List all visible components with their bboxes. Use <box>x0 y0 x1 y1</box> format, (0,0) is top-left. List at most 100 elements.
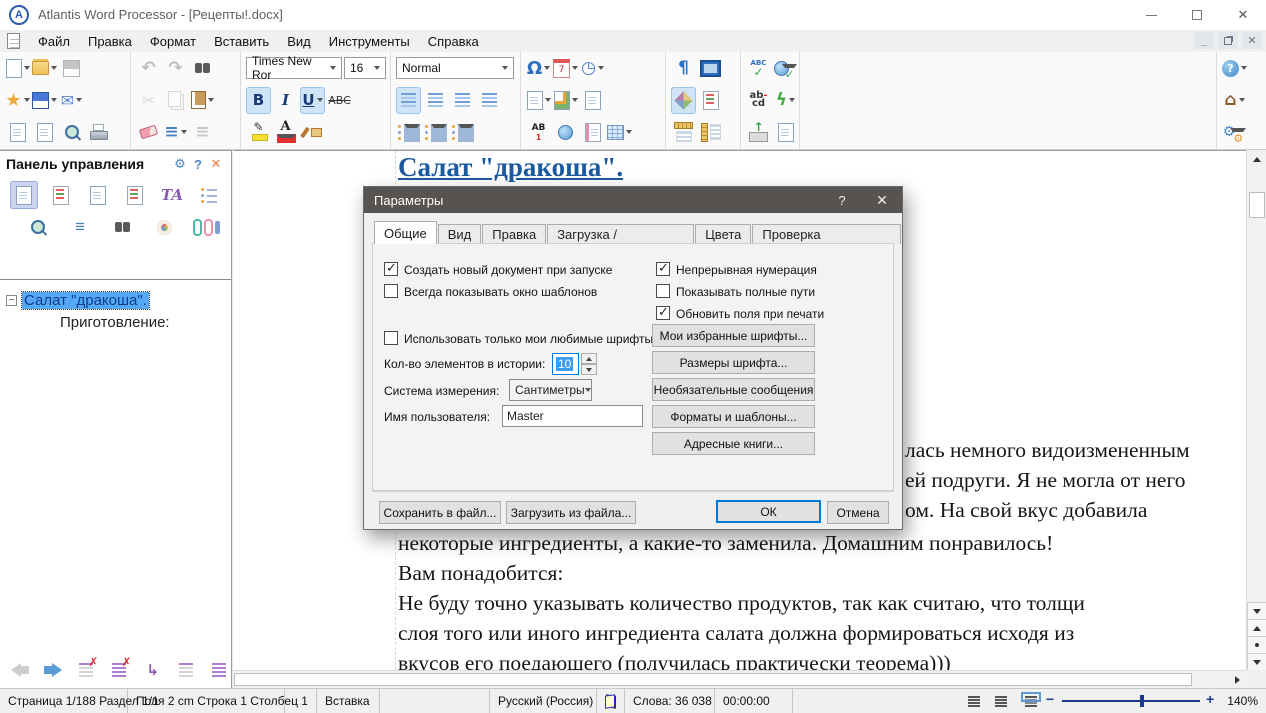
always-show-templates-checkbox[interactable] <box>384 284 398 298</box>
insert-date-button[interactable] <box>553 55 578 82</box>
document-tools-button[interactable] <box>32 119 57 146</box>
panel-help-icon[interactable]: ? <box>189 157 207 172</box>
reveal-codes-button[interactable] <box>698 87 723 114</box>
help-button[interactable] <box>1222 55 1247 82</box>
spinner-down-button[interactable] <box>581 364 597 375</box>
spinner-up-button[interactable] <box>581 353 597 364</box>
zoom-tool-button[interactable] <box>24 213 52 241</box>
clips-button[interactable] <box>192 213 220 241</box>
tab-colors[interactable]: Цвета <box>695 224 751 244</box>
tree-item-heading[interactable]: − Салат "дракоша". <box>0 289 231 311</box>
undo-button[interactable] <box>136 55 161 82</box>
formatting-marks-button[interactable]: ¶ <box>671 55 696 82</box>
align-right-button[interactable] <box>450 87 475 114</box>
load-from-file-button[interactable]: Загрузить из файла... <box>506 501 636 524</box>
zoom-slider-thumb[interactable] <box>1140 695 1144 707</box>
keyboard-shortcuts-button[interactable] <box>746 119 771 146</box>
hyphenation-button[interactable]: ab-cd <box>746 87 771 114</box>
favorite-fonts-only-checkbox[interactable] <box>384 331 398 345</box>
settings-button[interactable] <box>1222 119 1247 146</box>
underline-button[interactable]: U <box>300 87 325 114</box>
zoom-slider[interactable] <box>1062 700 1200 702</box>
status-insert-mode[interactable]: Вставка <box>317 689 380 713</box>
view-mode-page-button[interactable] <box>1020 692 1042 711</box>
paste-button[interactable] <box>190 87 215 114</box>
font-name-select[interactable]: Times New Ror <box>246 57 342 79</box>
horizontal-scrollbar-thumb[interactable] <box>234 673 1192 686</box>
cut-button[interactable] <box>136 87 161 114</box>
status-page-section[interactable]: Страница 1/188 Раздел 1/1 <box>0 689 128 713</box>
align-center-button[interactable] <box>423 87 448 114</box>
mdi-restore-button[interactable] <box>1218 32 1238 49</box>
collapse-icon[interactable]: − <box>6 295 17 306</box>
web-lookup-button[interactable] <box>773 55 798 82</box>
vertical-scrollbar-thumb[interactable] <box>1249 192 1265 218</box>
search-binoculars-button[interactable] <box>108 213 136 241</box>
numbered-outline-button[interactable] <box>195 181 223 209</box>
browse-object-button[interactable] <box>1247 636 1266 654</box>
eraser-button[interactable] <box>136 119 161 146</box>
status-timer[interactable]: 00:00:00 <box>715 689 793 713</box>
spellcheck-button[interactable]: ABC <box>746 55 771 82</box>
italic-button[interactable]: I <box>273 87 298 114</box>
insert-time-button[interactable] <box>580 55 605 82</box>
save-as-button[interactable] <box>32 87 57 114</box>
ok-button[interactable]: ОК <box>716 500 821 523</box>
panel-settings-icon[interactable]: ⚙ <box>171 156 189 172</box>
menu-format[interactable]: Формат <box>141 32 205 51</box>
vertical-scrollbar[interactable] <box>1246 150 1266 670</box>
align-justify-button[interactable] <box>477 87 502 114</box>
headings-view-button[interactable] <box>47 181 75 209</box>
print-preview-button[interactable] <box>59 119 84 146</box>
full-screen-button[interactable] <box>698 55 723 82</box>
history-count-input[interactable]: 10 <box>552 353 579 375</box>
fonts-view-button[interactable]: TA <box>158 181 186 209</box>
favorites-button[interactable] <box>5 87 30 114</box>
hyperlink-button[interactable] <box>553 119 578 146</box>
cancel-button[interactable]: Отмена <box>827 501 889 524</box>
optional-messages-button[interactable]: Необязательные сообщения <box>652 378 815 401</box>
mdi-minimize-button[interactable]: _ <box>1194 32 1214 49</box>
mdi-close-button[interactable]: ✕ <box>1242 32 1262 49</box>
copy-button[interactable] <box>163 87 188 114</box>
autocorrect-button[interactable] <box>773 87 798 114</box>
status-language[interactable]: Русский (Россия) <box>490 689 597 713</box>
status-dictionary[interactable] <box>597 689 625 713</box>
menu-view[interactable]: Вид <box>278 32 320 51</box>
tab-view[interactable]: Вид <box>438 224 482 244</box>
username-input[interactable]: Master <box>502 405 643 427</box>
favorite-fonts-button[interactable]: Мои избранные шрифты... <box>652 324 815 347</box>
insert-note-button[interactable] <box>580 119 605 146</box>
view-mode-draft-button[interactable] <box>963 692 985 711</box>
new-document-button[interactable] <box>5 55 30 82</box>
address-books-button[interactable]: Адресные книги... <box>652 432 815 455</box>
new-document-at-startup-checkbox[interactable] <box>384 262 398 276</box>
tab-load-save[interactable]: Загрузка / Сохранение <box>547 224 694 244</box>
numbered-list-button[interactable] <box>423 119 448 146</box>
continuous-numbering-checkbox[interactable] <box>656 262 670 276</box>
save-to-file-button[interactable]: Сохранить в файл... <box>379 501 501 524</box>
email-button[interactable] <box>59 87 84 114</box>
multilevel-list-button[interactable] <box>450 119 475 146</box>
horizontal-ruler-button[interactable] <box>671 119 696 146</box>
styles-view-button[interactable] <box>121 181 149 209</box>
font-color-button[interactable]: A <box>273 119 298 146</box>
paragraphs-view-button[interactable]: ≡ <box>66 213 94 241</box>
navigation-button[interactable] <box>671 87 696 114</box>
show-full-paths-checkbox[interactable] <box>656 284 670 298</box>
panel-close-icon[interactable]: ✕ <box>207 156 225 172</box>
align-left-button[interactable] <box>396 87 421 114</box>
maximize-button[interactable] <box>1174 0 1220 30</box>
paragraph-format-button[interactable]: ≡ <box>163 119 188 146</box>
find-button[interactable] <box>190 55 215 82</box>
zoom-out-button[interactable]: − <box>1046 691 1054 707</box>
redo-button[interactable] <box>163 55 188 82</box>
style-select[interactable]: Normal <box>396 57 514 79</box>
scroll-right-button[interactable] <box>1228 671 1246 688</box>
tree-item-label[interactable]: Салат "дракоша". <box>22 292 149 309</box>
status-word-count[interactable]: Слова: 36 038 <box>625 689 715 713</box>
menu-tools[interactable]: Инструменты <box>320 32 419 51</box>
tab-general[interactable]: Общие <box>374 221 437 244</box>
zoom-in-button[interactable]: + <box>1206 691 1214 707</box>
bold-button[interactable]: B <box>246 87 271 114</box>
